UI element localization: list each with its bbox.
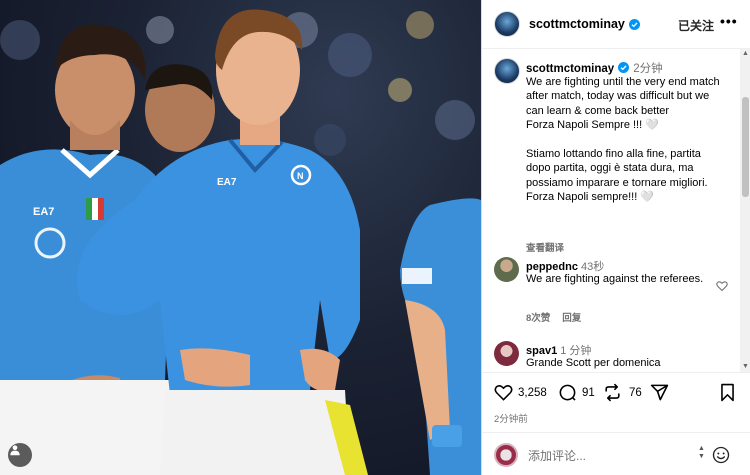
scroll-down-arrow[interactable]: ▼ <box>742 363 749 371</box>
share-icon[interactable] <box>650 383 669 402</box>
caption-header: scottmctominay 2分钟 <box>526 60 663 76</box>
avatar[interactable] <box>494 341 519 366</box>
repost-icon[interactable] <box>603 383 622 402</box>
heart-icon[interactable] <box>716 280 728 292</box>
avatar[interactable] <box>494 11 520 37</box>
caption-text: We are fighting until the very end match… <box>526 76 720 204</box>
comment-input[interactable]: 添加评论... <box>528 447 586 464</box>
comments-scroll-area[interactable]: scottmctominay 2分钟 We are fighting until … <box>482 49 740 372</box>
post-photo[interactable]: EA7 EA7 N <box>0 0 481 475</box>
svg-text:N: N <box>297 171 304 181</box>
caption-time: 2分钟 <box>633 63 663 75</box>
repost-action[interactable]: 76 <box>603 383 642 402</box>
bookmark-icon[interactable] <box>719 383 736 402</box>
post-header: scottmctominay 已关注 ••• <box>482 0 750 49</box>
comment-action[interactable]: 91 <box>558 383 595 402</box>
more-options-button[interactable]: ••• <box>720 13 738 29</box>
scrollbar[interactable]: ▲ ▼ <box>740 49 750 372</box>
comment-icon[interactable] <box>558 383 577 402</box>
scrollbar-thumb[interactable] <box>742 97 749 197</box>
comment-text: We are fighting against the referees. <box>526 273 704 285</box>
verified-badge-icon <box>628 18 640 30</box>
scroll-up-arrow[interactable]: ▲ <box>742 50 749 58</box>
following-button[interactable]: 已关注 <box>678 17 714 34</box>
reply-button[interactable]: 回复 <box>562 313 581 324</box>
avatar <box>494 443 518 467</box>
post-panel: scottmctominay 已关注 ••• scottmctominay 2分钟… <box>481 0 750 475</box>
comment-count: 91 <box>582 386 595 399</box>
like-action[interactable]: 3,258 <box>494 383 547 402</box>
user-tag-icon[interactable] <box>8 443 32 467</box>
avatar[interactable] <box>494 58 520 84</box>
avatar[interactable] <box>494 257 519 282</box>
comment-like-count[interactable]: 8次赞 <box>526 313 550 324</box>
repost-count: 76 <box>629 386 642 399</box>
post-time: 2分钟前 <box>494 414 528 425</box>
comment-text: Grande Scott per domenica <box>526 357 661 369</box>
comment-meta: 8次赞 回复 <box>526 310 581 324</box>
share-action[interactable] <box>650 383 669 402</box>
add-comment-bar: 添加评论... ▲ ▼ <box>482 432 750 475</box>
svg-text:EA7: EA7 <box>217 177 237 188</box>
verified-badge-icon <box>618 62 630 73</box>
save-action[interactable] <box>719 383 736 402</box>
caption-username[interactable]: scottmctominay <box>526 63 614 75</box>
photo-illustration: EA7 EA7 N <box>0 9 481 475</box>
post-actions: 3,258 91 76 2分钟前 <box>482 372 750 432</box>
see-translation-link[interactable]: 查看翻译 <box>526 240 564 254</box>
input-stepper[interactable]: ▲ ▼ <box>698 445 705 461</box>
post-username[interactable]: scottmctominay <box>529 17 625 31</box>
heart-icon[interactable] <box>494 383 513 402</box>
like-count: 3,258 <box>518 386 547 399</box>
emoji-icon[interactable] <box>712 446 730 464</box>
svg-text:EA7: EA7 <box>33 206 54 218</box>
